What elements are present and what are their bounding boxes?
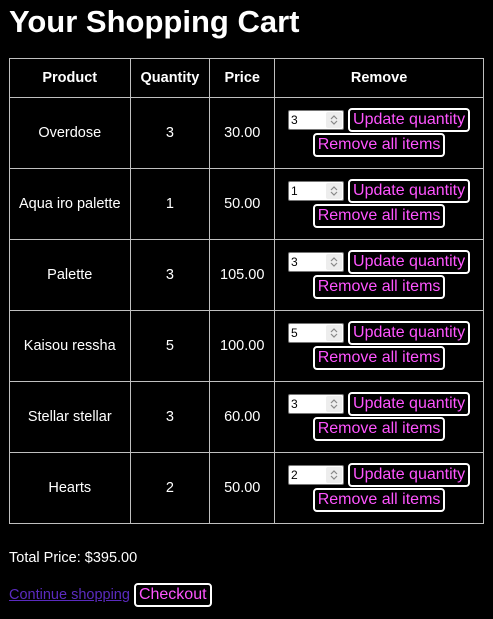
quantity-input-value: 5 [291, 325, 298, 340]
product-name: Hearts [9, 452, 131, 524]
remove-cell: 1 Update quantity Remove all items [274, 168, 484, 240]
spinner-icon[interactable] [326, 324, 343, 341]
product-name: Kaisou ressha [9, 310, 131, 382]
remove-all-button[interactable]: Remove all items [312, 274, 446, 299]
update-quantity-button[interactable]: Update quantity [348, 249, 471, 274]
table-row: Overdose 3 30.00 3 Update quantity Remov… [9, 97, 484, 169]
remove-all-button[interactable]: Remove all items [312, 203, 446, 228]
update-quantity-button[interactable]: Update quantity [348, 320, 471, 345]
header-price: Price [209, 58, 276, 98]
price-cell: 60.00 [209, 381, 276, 453]
header-quantity: Quantity [129, 58, 211, 98]
checkout-button[interactable]: Checkout [133, 583, 212, 607]
spinner-icon[interactable] [326, 253, 343, 270]
quantity-cell: 2 [129, 452, 211, 524]
remove-all-button[interactable]: Remove all items [312, 487, 446, 512]
price-cell: 100.00 [209, 310, 276, 382]
footer-actions: Continue shopping Checkout [9, 583, 212, 607]
quantity-input[interactable]: 3 [288, 109, 345, 130]
quantity-input-value: 3 [291, 112, 298, 127]
quantity-cell: 3 [129, 381, 211, 453]
table-row: Hearts 2 50.00 2 Update quantity Remove … [9, 452, 484, 524]
quantity-input[interactable]: 3 [288, 393, 345, 414]
table-row: Kaisou ressha 5 100.00 5 Update quantity [9, 310, 484, 382]
remove-all-button[interactable]: Remove all items [312, 132, 446, 157]
quantity-input[interactable]: 3 [288, 251, 345, 272]
header-remove: Remove [274, 58, 484, 98]
price-cell: 30.00 [209, 97, 276, 169]
cart-table: Product Quantity Price Remove Overdose 3… [9, 58, 484, 524]
table-row: Aqua iro palette 1 50.00 1 Update quanti… [9, 168, 484, 240]
spinner-icon[interactable] [326, 395, 343, 412]
product-name: Aqua iro palette [9, 168, 131, 240]
table-row: Palette 3 105.00 3 Update quantity Remov… [9, 239, 484, 311]
quantity-input-value: 2 [291, 467, 298, 482]
quantity-cell: 5 [129, 310, 211, 382]
update-quantity-button[interactable]: Update quantity [348, 462, 471, 487]
quantity-input[interactable]: 5 [288, 322, 345, 343]
remove-cell: 3 Update quantity Remove all items [274, 239, 484, 311]
quantity-cell: 3 [129, 97, 211, 169]
quantity-input-value: 1 [291, 183, 298, 198]
quantity-input-value: 3 [291, 254, 298, 269]
price-cell: 50.00 [209, 168, 276, 240]
remove-cell: 3 Update quantity Remove all items [274, 381, 484, 453]
remove-all-button[interactable]: Remove all items [312, 416, 446, 441]
update-quantity-button[interactable]: Update quantity [348, 178, 471, 203]
quantity-cell: 1 [129, 168, 211, 240]
product-name: Stellar stellar [9, 381, 131, 453]
price-cell: 50.00 [209, 452, 276, 524]
quantity-input[interactable]: 2 [288, 464, 345, 485]
total-price: Total Price: $395.00 [9, 550, 138, 566]
remove-all-button[interactable]: Remove all items [312, 345, 446, 370]
header-product: Product [9, 58, 131, 98]
product-name: Overdose [9, 97, 131, 169]
quantity-input[interactable]: 1 [288, 180, 345, 201]
product-name: Palette [9, 239, 131, 311]
continue-shopping-link[interactable]: Continue shopping [9, 587, 130, 603]
spinner-icon[interactable] [326, 182, 343, 199]
remove-cell: 5 Update quantity Remove all items [274, 310, 484, 382]
spinner-icon[interactable] [326, 111, 343, 128]
table-row: Stellar stellar 3 60.00 3 Update quantit… [9, 381, 484, 453]
table-header-row: Product Quantity Price Remove [9, 58, 484, 98]
update-quantity-button[interactable]: Update quantity [348, 107, 471, 132]
remove-cell: 3 Update quantity Remove all items [274, 97, 484, 169]
price-cell: 105.00 [209, 239, 276, 311]
update-quantity-button[interactable]: Update quantity [348, 391, 471, 416]
page-title: Your Shopping Cart [9, 4, 300, 39]
quantity-cell: 3 [129, 239, 211, 311]
remove-cell: 2 Update quantity Remove all items [274, 452, 484, 524]
quantity-input-value: 3 [291, 396, 298, 411]
spinner-icon[interactable] [326, 466, 343, 483]
